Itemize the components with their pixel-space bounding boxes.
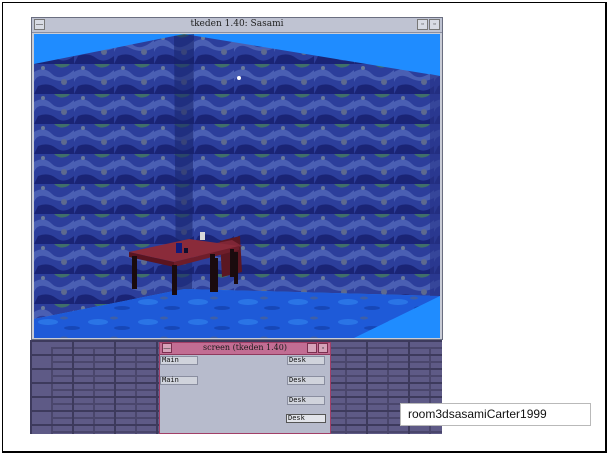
screen-window: — screen (tkeden 1.40) ▫ Main Desk Main …	[159, 342, 331, 434]
screen-window-titlebar[interactable]: — screen (tkeden 1.40) ▫	[160, 343, 330, 355]
tkeden-sasami-window: — tkeden 1.40: Sasami ▫ ▫	[31, 17, 443, 340]
3d-room-viewport[interactable]	[34, 34, 440, 338]
screen-maximize-icon[interactable]: ▫	[318, 343, 328, 353]
screen-box-main-1[interactable]: Main	[160, 356, 198, 365]
minimize-icon[interactable]: ▫	[417, 19, 428, 30]
maximize-icon[interactable]: ▫	[429, 19, 440, 30]
screen-box-desk-2[interactable]: Desk	[287, 376, 325, 385]
screen-box-desk-4[interactable]: Desk	[286, 414, 326, 423]
screen-box-main-2[interactable]: Main	[160, 376, 198, 385]
window-title: tkeden 1.40: Sasami	[190, 19, 284, 29]
window-titlebar[interactable]: — tkeden 1.40: Sasami ▫ ▫	[32, 18, 442, 33]
screen-minimize-icon[interactable]	[307, 343, 317, 353]
screen-window-title: screen (tkeden 1.40)	[203, 343, 287, 352]
room-scene-graphic	[34, 34, 440, 338]
screen-box-desk-3[interactable]: Desk	[287, 396, 325, 405]
image-caption: room3dsasamiCarter1999	[400, 403, 591, 426]
screen-box-desk-1[interactable]: Desk	[287, 356, 325, 365]
